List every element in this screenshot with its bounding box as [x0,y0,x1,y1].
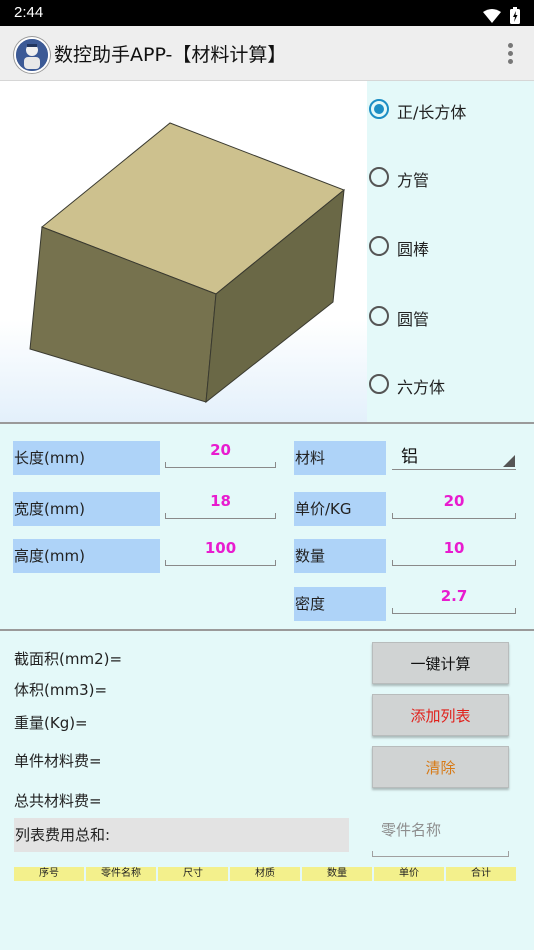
clear-button[interactable]: 清除 [372,746,509,788]
radio-unchecked-icon[interactable] [369,306,389,326]
column-header-unit-price: 单价 [374,867,444,881]
battery-icon [510,7,520,24]
column-header-quantity: 数量 [302,867,372,881]
width-label: 宽度(mm) [13,492,160,526]
status-time: 2:44 [14,4,44,21]
unit-cost-result: 单件材料费= [14,752,102,770]
unit-price-label: 单价/KG [294,492,386,526]
quantity-value: 10 [443,539,465,557]
length-field[interactable]: 20 [165,441,276,468]
shape-option-label: 圆管 [397,310,430,329]
radio-unchecked-icon[interactable] [369,167,389,187]
radio-checked-icon[interactable] [369,99,389,119]
shape-option-hexagon[interactable]: 六方体 [367,369,534,399]
height-label: 高度(mm) [13,539,160,573]
density-value: 2.7 [440,587,468,605]
length-label: 长度(mm) [13,441,160,475]
list-total-row: 列表费用总和: [14,818,349,852]
shape-option-round-tube[interactable]: 圆管 [367,301,534,331]
height-field[interactable]: 100 [165,539,276,566]
column-header-size: 尺寸 [158,867,228,881]
unit-price-field[interactable]: 20 [392,492,516,519]
shape-option-label: 六方体 [397,378,446,397]
shape-option-square-tube[interactable]: 方管 [367,162,534,192]
column-header-part-name: 零件名称 [86,867,156,881]
material-label: 材料 [294,441,386,475]
height-value: 100 [204,539,237,557]
width-value: 18 [210,492,231,510]
shape-selector: 正/长方体 方管 圆棒 圆管 六方体 [367,81,534,422]
add-to-list-button[interactable]: 添加列表 [372,694,509,736]
list-table-header: 序号 零件名称 尺寸 材质 数量 单价 合计 [14,867,516,881]
weight-result: 重量(Kg)= [14,714,88,732]
unit-price-value: 20 [443,492,465,510]
column-header-total: 合计 [446,867,516,881]
calculate-button[interactable]: 一键计算 [372,642,509,684]
dropdown-arrow-icon [503,455,515,467]
column-header-index: 序号 [14,867,84,881]
area-result: 截面积(mm2)= [14,650,123,668]
shape-preview [0,81,367,422]
shape-option-cuboid[interactable]: 正/长方体 [367,94,534,124]
shape-option-label: 正/长方体 [397,103,467,122]
width-field[interactable]: 18 [165,492,276,519]
status-icons [482,5,520,24]
radio-unchecked-icon[interactable] [369,374,389,394]
density-label: 密度 [294,587,386,621]
part-name-input[interactable] [372,808,509,852]
length-value: 20 [210,441,231,459]
quantity-field[interactable]: 10 [392,539,516,566]
shape-option-label: 圆棒 [397,240,430,259]
density-field[interactable]: 2.7 [392,587,516,614]
radio-unchecked-icon[interactable] [369,236,389,256]
cuboid-illustration [29,122,345,404]
volume-result: 体积(mm3)= [14,681,108,699]
wifi-icon [482,8,501,23]
shape-option-round-bar[interactable]: 圆棒 [367,231,534,261]
material-value: 铝 [401,447,418,467]
shape-option-label: 方管 [397,171,430,190]
material-select[interactable]: 铝 [392,441,516,470]
page-title: 数控助手APP-【材料计算】 [54,44,287,66]
status-bar: 2:44 [0,0,534,26]
more-options-icon[interactable] [500,40,520,68]
quantity-label: 数量 [294,539,386,573]
app-bar: 数控助手APP-【材料计算】 [0,26,534,81]
column-header-material: 材质 [230,867,300,881]
input-section: 长度(mm) 20 材料 铝 宽度(mm) 18 单价/KG 20 高度(mm)… [0,424,534,629]
app-logo-icon [14,37,50,73]
part-name-field [372,808,509,857]
total-cost-result: 总共材料费= [14,792,102,810]
